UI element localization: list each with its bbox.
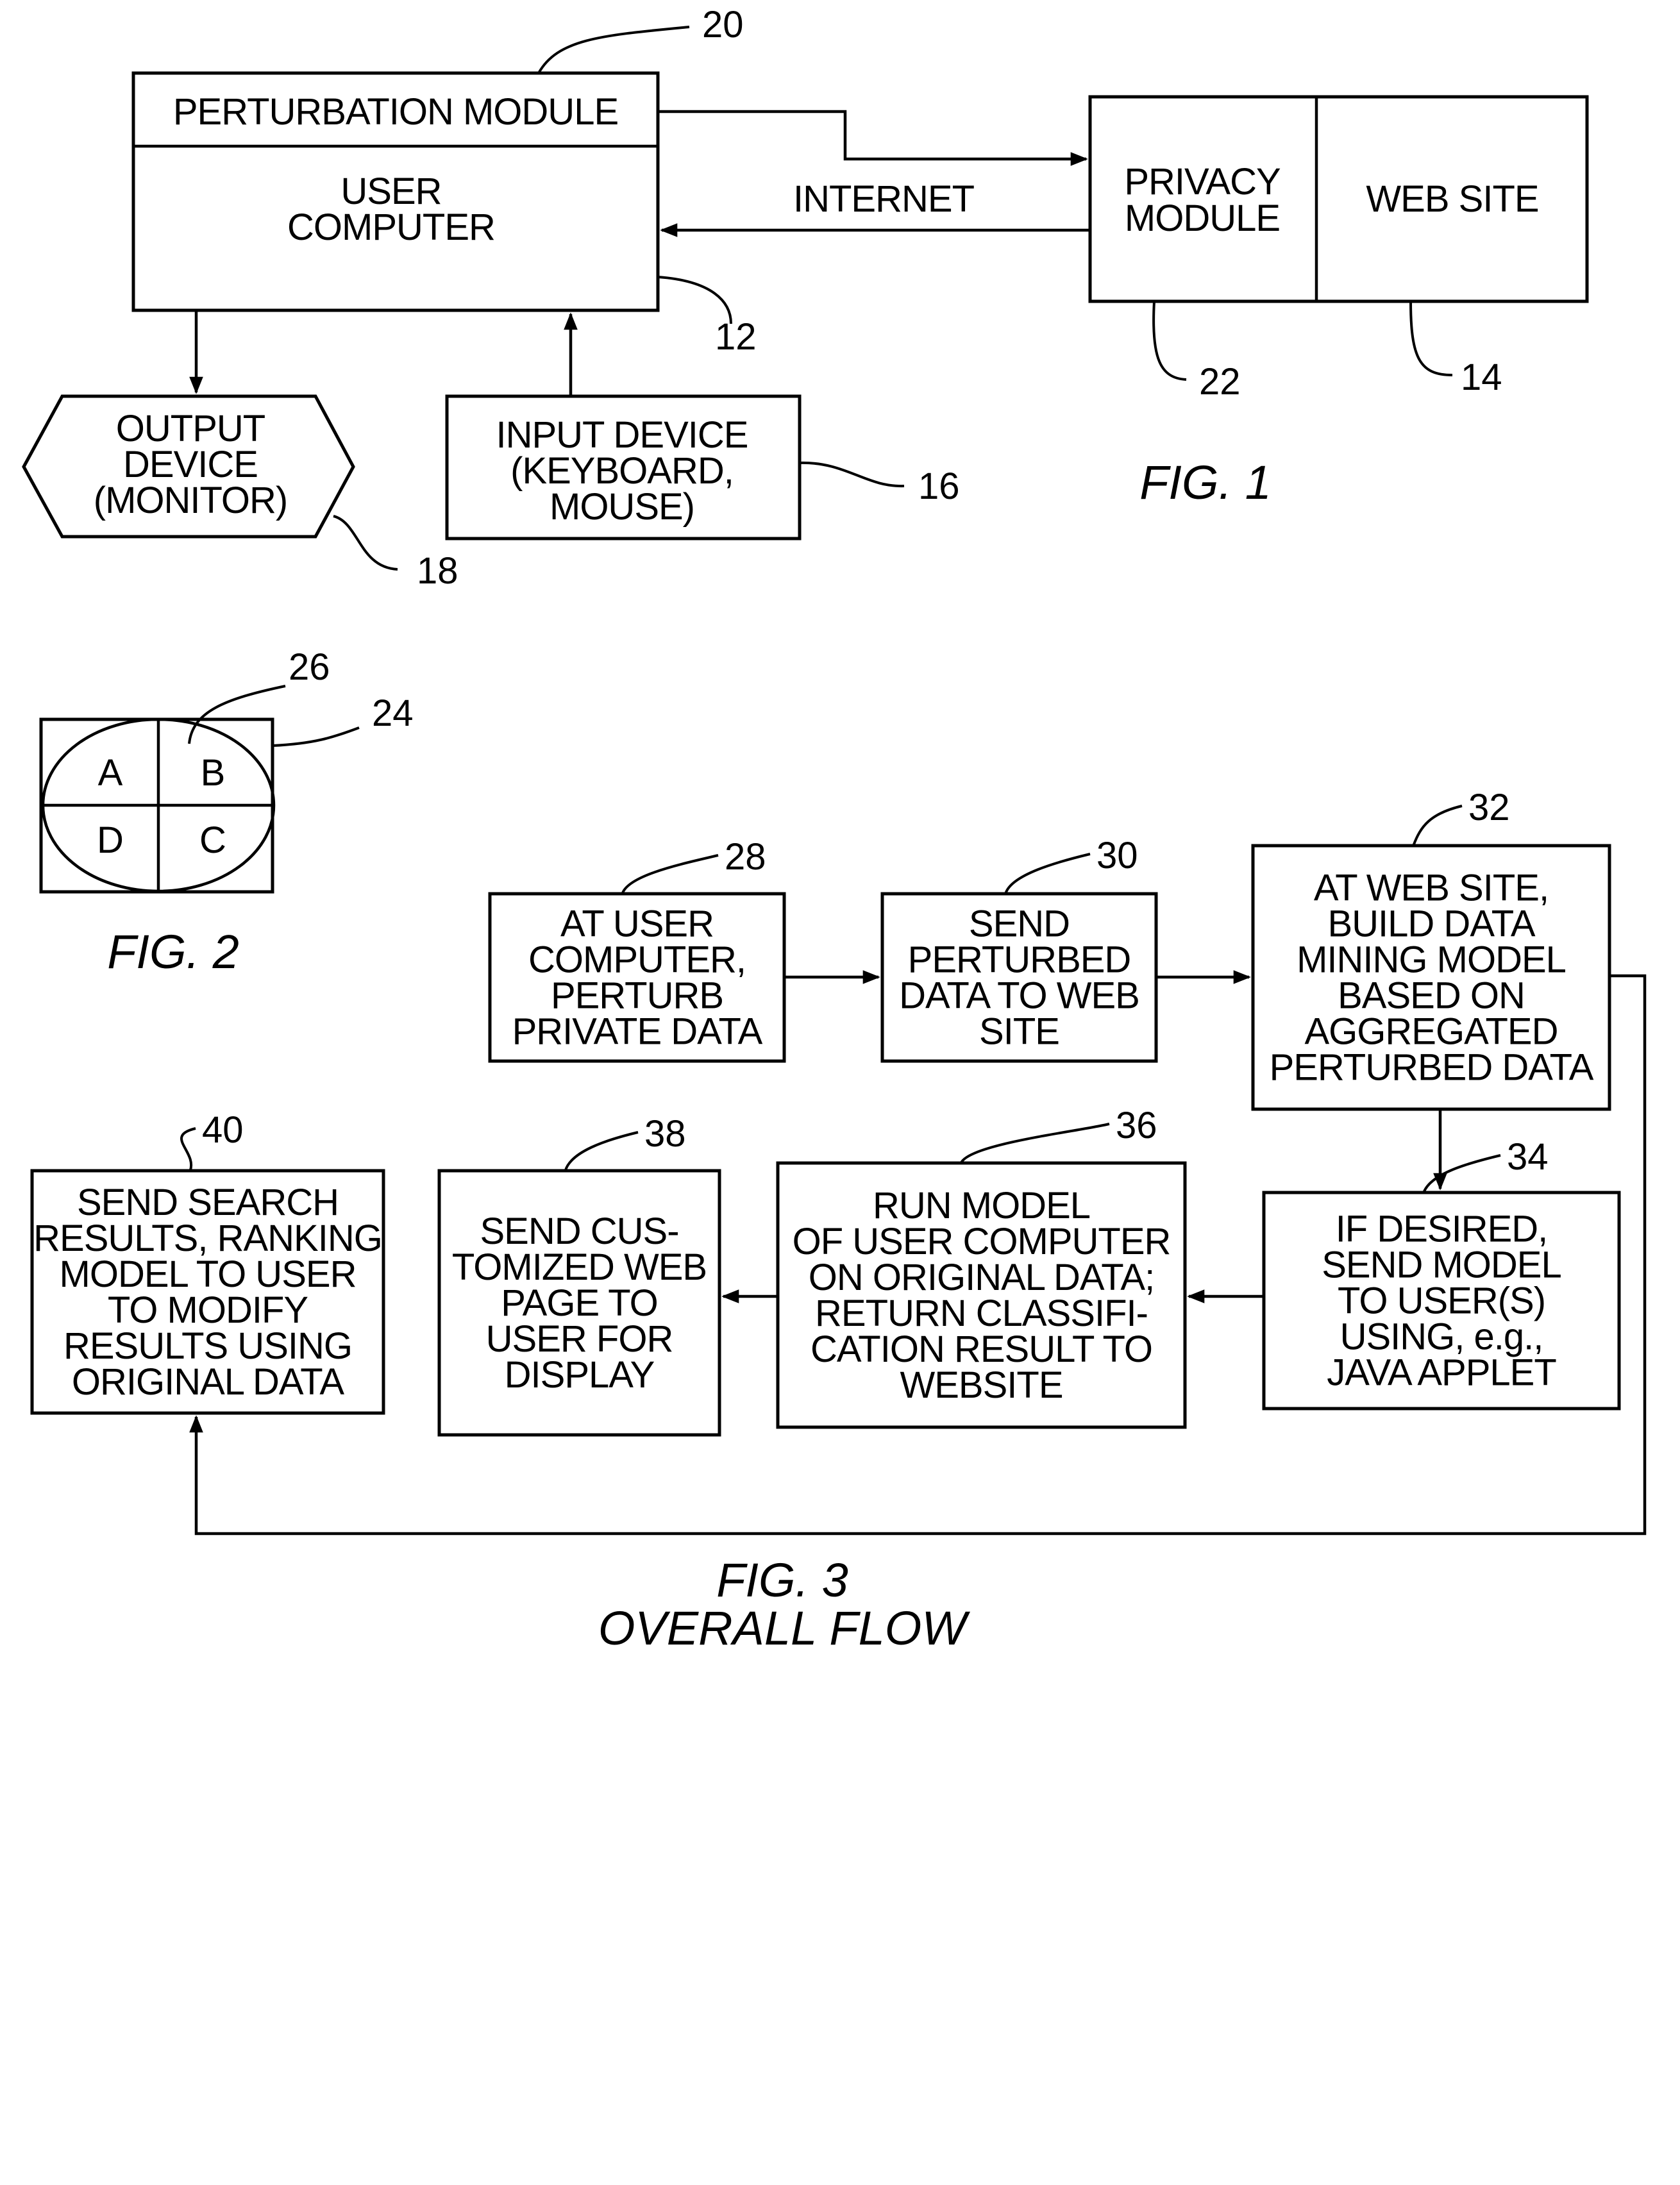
fig1: PERTURBATION MODULE USER COMPUTER 20 12 … bbox=[22, 4, 1589, 592]
ref-16: 16 bbox=[918, 465, 960, 507]
ref-22: 22 bbox=[1199, 361, 1241, 403]
flow-step-text: JAVA APPLET bbox=[1327, 1352, 1556, 1394]
fig3-caption: FIG. 3 bbox=[716, 1553, 848, 1607]
fig3: AT USERCOMPUTER,PERTURBPRIVATE DATA28SEN… bbox=[30, 787, 1647, 1655]
input-device-line3: MOUSE) bbox=[550, 486, 694, 528]
patent-drawing-sheet: PERTURBATION MODULE USER COMPUTER 20 12 … bbox=[22, 4, 1647, 1655]
ref-24-leader bbox=[272, 726, 360, 747]
website-label: WEB SITE bbox=[1366, 178, 1538, 220]
flow-step-text: PERTURBED DATA bbox=[1270, 1047, 1594, 1089]
ref-leader bbox=[1004, 853, 1091, 894]
fig2-caption: FIG. 2 bbox=[107, 925, 239, 978]
ref-12: 12 bbox=[715, 316, 757, 358]
input-device-box: INPUT DEVICE (KEYBOARD, MOUSE) bbox=[445, 394, 802, 540]
ref-leader bbox=[564, 1131, 639, 1171]
ref-leader bbox=[180, 1127, 196, 1171]
fig3-subtitle: OVERALL FLOW bbox=[598, 1602, 971, 1655]
ref-16-leader bbox=[799, 461, 905, 488]
ref-14: 14 bbox=[1461, 356, 1502, 398]
ref-30: 30 bbox=[1096, 835, 1138, 876]
ref-leader bbox=[1422, 1154, 1501, 1193]
output-device-line3: (MONITOR) bbox=[94, 480, 287, 521]
flow-step-32: AT WEB SITE,BUILD DATAMINING MODELBASED … bbox=[1251, 787, 1611, 1111]
outbound-arrow bbox=[658, 110, 1088, 166]
flow-step-text: ORIGINAL DATA bbox=[72, 1361, 345, 1403]
ref-leader bbox=[1412, 805, 1463, 846]
flow-step-40: SEND SEARCHRESULTS, RANKINGMODEL TO USER… bbox=[30, 1109, 385, 1415]
fig2: A B C D 26 24 FIG. 2 bbox=[39, 646, 414, 978]
flow-step-text: SITE bbox=[979, 1011, 1059, 1053]
quadrant-a: A bbox=[98, 752, 123, 794]
ref-24: 24 bbox=[372, 692, 414, 734]
flow-step-36: RUN MODELOF USER COMPUTERON ORIGINAL DAT… bbox=[776, 1105, 1187, 1429]
ref-18: 18 bbox=[417, 550, 458, 592]
ref-22-leader bbox=[1152, 301, 1187, 381]
flow-step-text: DISPLAY bbox=[505, 1354, 655, 1396]
ref-20: 20 bbox=[702, 4, 744, 46]
ref-leader bbox=[621, 854, 719, 894]
ref-20-leader bbox=[537, 26, 690, 74]
ref-38: 38 bbox=[644, 1113, 686, 1155]
flow-step-30: SENDPERTURBEDDATA TO WEBSITE30 bbox=[880, 835, 1158, 1063]
flow-step-28: AT USERCOMPUTER,PERTURBPRIVATE DATA28 bbox=[488, 836, 786, 1063]
ref-40: 40 bbox=[202, 1109, 244, 1151]
ref-36: 36 bbox=[1116, 1105, 1157, 1146]
flow-step-text: PRIVATE DATA bbox=[512, 1011, 763, 1053]
output-device-hexagon: OUTPUT DEVICE (MONITOR) bbox=[22, 394, 355, 539]
privacy-module-label-line2: MODULE bbox=[1125, 197, 1280, 239]
ref-32: 32 bbox=[1468, 787, 1510, 828]
quadrant-d: D bbox=[97, 819, 124, 861]
flow-step-text: WEBSITE bbox=[900, 1364, 1063, 1406]
fig1-caption: FIG. 1 bbox=[1139, 456, 1272, 509]
ref-34: 34 bbox=[1507, 1136, 1549, 1178]
server-box: PRIVACY MODULE WEB SITE bbox=[1088, 95, 1589, 303]
quadrant-b: B bbox=[201, 752, 226, 794]
ref-26: 26 bbox=[289, 646, 330, 688]
flow-step-38: SEND CUS-TOMIZED WEBPAGE TOUSER FORDISPL… bbox=[437, 1113, 721, 1437]
perturbation-module-label: PERTURBATION MODULE bbox=[173, 91, 618, 133]
ref-leader bbox=[959, 1123, 1110, 1164]
ref-18-leader bbox=[333, 515, 398, 571]
user-computer-label-line2: COMPUTER bbox=[287, 206, 495, 248]
user-computer-box: PERTURBATION MODULE USER COMPUTER bbox=[131, 71, 660, 312]
ref-14-leader bbox=[1409, 301, 1453, 376]
internet-label: INTERNET bbox=[793, 178, 975, 220]
quadrant-c: C bbox=[199, 819, 226, 861]
ref-28: 28 bbox=[725, 836, 766, 878]
privacy-module-label-line1: PRIVACY bbox=[1124, 161, 1281, 203]
